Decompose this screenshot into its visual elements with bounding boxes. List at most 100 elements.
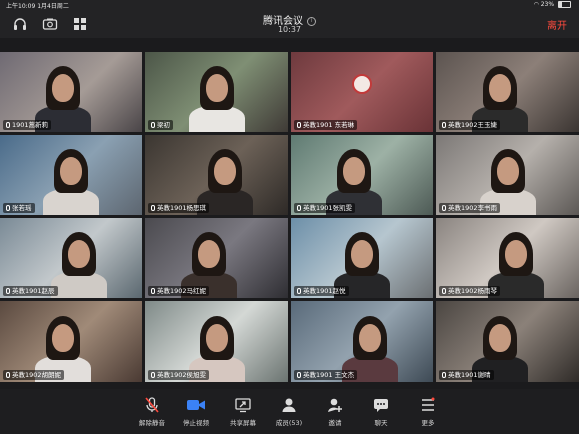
participant-tile[interactable]: 英教1901 东若琳 bbox=[291, 52, 433, 132]
participant-name: 英教1902侯旭雯 bbox=[148, 370, 210, 380]
participant-name: 英教1902王玉婕 bbox=[439, 120, 501, 130]
participant-tile[interactable]: 英教1902马红妮 bbox=[145, 218, 288, 298]
participant-name: 英教1902胡朗妮 bbox=[3, 370, 65, 380]
more-label: 更多 bbox=[421, 419, 435, 427]
participant-face bbox=[359, 323, 381, 352]
mic-icon bbox=[297, 288, 301, 294]
status-right: ◠ 23% bbox=[534, 1, 571, 8]
meeting-duration: 10:37 bbox=[277, 25, 302, 34]
participant-name: 梁初 bbox=[148, 120, 173, 130]
wifi-icon: ◠ bbox=[533, 1, 539, 8]
mic-icon bbox=[6, 372, 10, 378]
more-button[interactable]: 更多 bbox=[405, 396, 451, 427]
participant-face bbox=[504, 240, 527, 268]
participant-face bbox=[52, 323, 74, 352]
mic-icon bbox=[151, 122, 155, 128]
participant-name-text: 英教1902侯旭雯 bbox=[157, 371, 207, 379]
participant-name: 英教1901 东若琳 bbox=[294, 120, 358, 130]
share-screen-icon bbox=[235, 398, 251, 413]
mic-icon bbox=[151, 288, 155, 294]
mic-icon bbox=[442, 288, 446, 294]
mic-icon bbox=[151, 372, 155, 378]
share-screen-button[interactable]: 共享屏幕 bbox=[220, 396, 266, 427]
participant-tile[interactable]: 英教1901赵悦 bbox=[291, 218, 433, 298]
invite-label: 邀请 bbox=[328, 419, 342, 427]
participant-tile[interactable]: 英教1901赵辰 bbox=[0, 218, 142, 298]
participant-face bbox=[60, 157, 82, 185]
participant-name: 英教1901杨思琪 bbox=[148, 203, 210, 213]
mic-muted-icon bbox=[145, 397, 159, 413]
participant-name-text: 英教1901赵辰 bbox=[12, 287, 55, 295]
participant-face bbox=[213, 157, 236, 185]
video-camera-icon bbox=[187, 400, 205, 410]
participant-tile[interactable]: 英教1902侯旭雯 bbox=[145, 301, 288, 382]
chat-button[interactable]: 聊天 bbox=[358, 396, 404, 427]
members-icon bbox=[282, 398, 296, 412]
participant-name-text: 英教1902王玉婕 bbox=[448, 121, 498, 129]
mute-label: 解除静音 bbox=[139, 419, 165, 427]
participant-face bbox=[496, 157, 519, 185]
participant-name-text: 英教1901杨思琪 bbox=[157, 204, 207, 212]
participant-name: 1901蒿新莉 bbox=[3, 120, 52, 130]
invite-button[interactable]: 邀请 bbox=[312, 396, 358, 427]
members-label: 成员(53) bbox=[275, 419, 303, 427]
participant-name: 英教1901赵悦 bbox=[294, 286, 349, 296]
participant-name-text: 1901蒿新莉 bbox=[12, 121, 49, 129]
chat-icon bbox=[374, 399, 388, 412]
participant-tile[interactable]: 英教1901杨思琪 bbox=[145, 135, 288, 215]
more-menu-icon bbox=[422, 397, 435, 411]
participant-tile[interactable]: 英教1902杨雨琴 bbox=[436, 218, 579, 298]
meeting-header: 腾讯会议 i 10:37 离开 bbox=[0, 10, 579, 38]
participant-tile[interactable]: 英教1902王玉婕 bbox=[436, 52, 579, 132]
mic-icon bbox=[6, 288, 10, 294]
participant-name-text: 英教1901谢晴 bbox=[448, 371, 491, 379]
members-button[interactable]: 成员(53) bbox=[266, 396, 312, 427]
meeting-toolbar: 解除静音 停止视频 共享屏幕 成员(53) 邀请 聊天 更多 bbox=[0, 389, 579, 434]
participant-name: 英教1901谢晴 bbox=[439, 370, 494, 380]
participant-name-text: 英教1902马红妮 bbox=[157, 287, 207, 295]
participant-tile[interactable]: 1901蒿新莉 bbox=[0, 52, 142, 132]
mic-icon bbox=[297, 372, 301, 378]
participant-name-text: 英教1902胡朗妮 bbox=[12, 371, 62, 379]
mic-icon bbox=[297, 205, 301, 211]
participant-name: 英教1902杨雨琴 bbox=[439, 286, 501, 296]
mic-icon bbox=[6, 122, 10, 128]
participant-tile[interactable]: 英教1902李书雨 bbox=[436, 135, 579, 215]
invite-user-icon bbox=[328, 398, 342, 412]
participant-tile[interactable]: 英教1902胡朗妮 bbox=[0, 301, 142, 382]
participant-tile[interactable]: 英教1901 王文杰 bbox=[291, 301, 433, 382]
participant-tile[interactable]: 英教1901谢晴 bbox=[436, 301, 579, 382]
participant-name-text: 英教1901 东若琳 bbox=[303, 121, 355, 129]
video-grid: 1901蒿新莉 梁初 英教1901 东若琳 英教1902王玉婕张若瑶 英教1901杨思琪… bbox=[0, 52, 579, 382]
participant-tile[interactable]: 英教1901张凯雯 bbox=[291, 135, 433, 215]
participant-tile[interactable]: 张若瑶 bbox=[0, 135, 142, 215]
participant-face bbox=[52, 74, 74, 102]
participant-face bbox=[197, 240, 220, 268]
participant-name-text: 英教1901赵悦 bbox=[303, 287, 346, 295]
video-button[interactable]: 停止视频 bbox=[173, 396, 219, 427]
participant-face bbox=[205, 74, 228, 102]
participant-face bbox=[68, 240, 90, 268]
participant-name-text: 英教1902杨雨琴 bbox=[448, 287, 498, 295]
mic-icon bbox=[297, 122, 301, 128]
participant-name: 英教1901 王文杰 bbox=[294, 370, 358, 380]
participant-name: 英教1901张凯雯 bbox=[294, 203, 356, 213]
avatar bbox=[352, 74, 372, 94]
mute-button[interactable]: 解除静音 bbox=[129, 396, 175, 427]
share-label: 共享屏幕 bbox=[230, 419, 256, 427]
participant-name: 英教1902马红妮 bbox=[148, 286, 210, 296]
mic-icon bbox=[442, 205, 446, 211]
participant-name: 英教1901赵辰 bbox=[3, 286, 58, 296]
mic-icon bbox=[442, 372, 446, 378]
participant-name-text: 英教1901 王文杰 bbox=[303, 371, 355, 379]
participant-face bbox=[488, 323, 511, 352]
leave-button[interactable]: 离开 bbox=[547, 17, 567, 32]
battery-percent: 23% bbox=[540, 1, 555, 8]
participant-name-text: 英教1902李书雨 bbox=[448, 204, 498, 212]
participant-face bbox=[351, 240, 373, 268]
chat-label: 聊天 bbox=[374, 419, 388, 427]
mic-icon bbox=[442, 122, 446, 128]
participant-face bbox=[205, 323, 228, 352]
participant-name-text: 梁初 bbox=[157, 121, 170, 129]
participant-tile[interactable]: 梁初 bbox=[145, 52, 288, 132]
